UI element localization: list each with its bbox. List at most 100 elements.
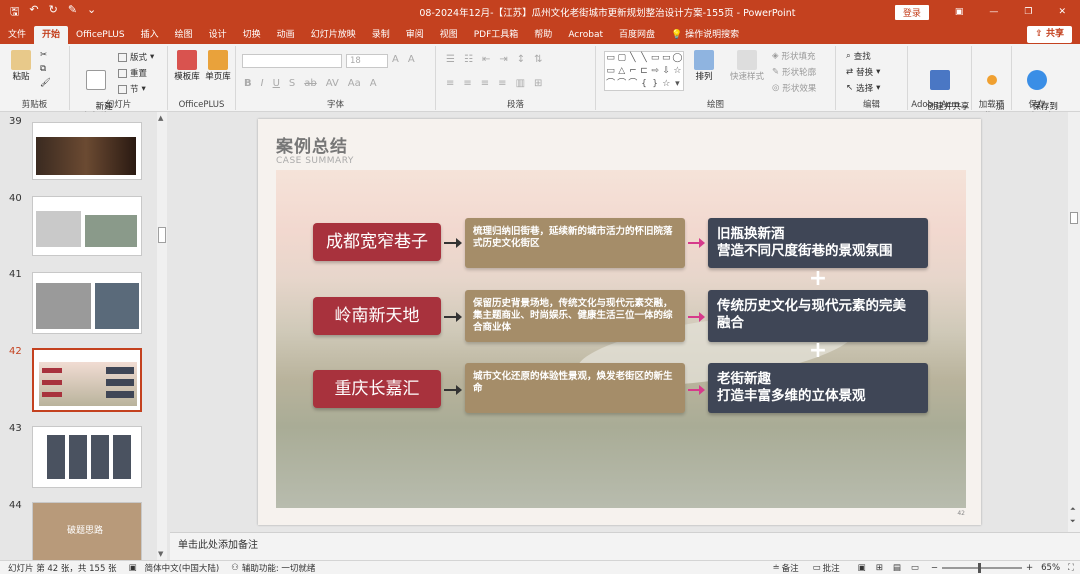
slide-thumbnail-39[interactable] — [32, 122, 142, 180]
section-button[interactable]: 节 ▾ — [118, 83, 146, 95]
arrange-button[interactable]: 排列 — [688, 50, 720, 82]
align-center-icon[interactable]: ≡ — [463, 78, 471, 89]
select-button[interactable]: ↖ 选择 ▾ — [846, 82, 880, 94]
decrease-indent-icon[interactable]: ⇤ — [482, 54, 490, 65]
tab-design[interactable]: 设计 — [201, 26, 235, 44]
zoom-slider-thumb[interactable] — [978, 562, 982, 573]
align-right-icon[interactable]: ≡ — [481, 78, 489, 89]
shape-fill-button[interactable]: ◈ 形状填充 — [772, 50, 816, 62]
desc-box-chengdu[interactable]: 梳理归纳旧街巷，延续新的城市活力的怀旧院落式历史文化街区 — [465, 218, 685, 268]
scroll-down-icon[interactable]: ▼ — [158, 550, 163, 558]
tab-officeplus[interactable]: OfficePLUS — [68, 26, 133, 44]
tab-home[interactable]: 开始 — [34, 26, 69, 44]
notes-toggle-button[interactable]: 备注 — [782, 562, 799, 574]
slide-sorter-icon[interactable]: ⊞ — [876, 563, 883, 573]
font-size-field[interactable]: 18 — [346, 54, 388, 68]
font-color-icon[interactable]: A — [370, 78, 377, 89]
bullets-icon[interactable]: ☰ — [446, 54, 455, 65]
slide-thumbnail-43[interactable] — [32, 426, 142, 488]
template-library-button[interactable]: 模板库 — [172, 50, 202, 82]
cut-icon[interactable]: ✂ — [40, 50, 47, 60]
slide-subtitle[interactable]: CASE SUMMARY — [276, 156, 354, 166]
share-button[interactable]: ⇪ 共享 — [1027, 26, 1072, 43]
quick-access-dropdown-icon[interactable]: ⌄ — [87, 3, 96, 22]
next-slide-icon[interactable]: ⏷ — [1070, 517, 1076, 526]
copy-icon[interactable]: ⧉ — [40, 64, 46, 74]
bold-icon[interactable]: B — [244, 78, 252, 89]
quick-styles-button[interactable]: 快速样式 — [726, 50, 768, 82]
prev-slide-icon[interactable]: ⏶ — [1070, 505, 1076, 514]
italic-icon[interactable]: I — [261, 78, 264, 89]
format-painter-icon[interactable]: ✎ — [68, 3, 77, 22]
scrollbar-thumb[interactable] — [1070, 212, 1078, 224]
restore-icon[interactable]: ❐ — [1024, 7, 1032, 17]
normal-view-icon[interactable]: ▣ — [858, 563, 866, 573]
strikethrough-icon[interactable]: ab — [304, 78, 316, 89]
tab-baidu-netdisk[interactable]: 百度网盘 — [611, 26, 663, 44]
aerial-city-photo[interactable]: 成都宽窄巷子 梳理归纳旧街巷，延续新的城市活力的怀旧院落式历史文化街区 旧瓶换新… — [276, 170, 966, 508]
slide-thumbnail-42[interactable] — [32, 348, 142, 412]
close-icon[interactable]: ✕ — [1058, 7, 1066, 17]
slide-thumbnail-41[interactable] — [32, 272, 142, 334]
increase-font-icon[interactable]: A — [392, 54, 399, 65]
tab-review[interactable]: 审阅 — [398, 26, 432, 44]
comments-button[interactable]: 批注 — [823, 562, 840, 574]
shapes-gallery[interactable]: ▭ ▢ ╲ ╲ ▭ ▭ ◯ ▭ △ ⌐ ⊏ ⇨ ⇩ ☆ ⌒ ⌒ ⌒{} ☆ ▾ — [604, 51, 684, 91]
shape-outline-button[interactable]: ✎ 形状轮廓 — [772, 66, 816, 78]
align-left-icon[interactable]: ≡ — [446, 78, 454, 89]
columns-icon[interactable]: ▥ — [516, 78, 525, 89]
tab-file[interactable]: 文件 — [0, 26, 34, 44]
desc-box-chongqing[interactable]: 城市文化还原的体验性景观，焕发老街区的新生命 — [465, 363, 685, 413]
scroll-up-icon[interactable]: ▲ — [158, 114, 163, 122]
language-indicator[interactable]: 简体中文(中国大陆) — [145, 562, 220, 574]
tab-animations[interactable]: 动画 — [269, 26, 303, 44]
underline-icon[interactable]: U — [273, 78, 280, 89]
minimize-icon[interactable]: — — [989, 7, 998, 17]
shape-effects-button[interactable]: ◎ 形状效果 — [772, 82, 816, 94]
slide-thumbnail-40[interactable] — [32, 196, 142, 256]
slideshow-icon[interactable]: ▭ — [911, 563, 919, 573]
tab-pdf-tools[interactable]: PDF工具箱 — [466, 26, 527, 44]
zoom-slider[interactable] — [942, 562, 1023, 573]
accessibility-status[interactable]: 辅助功能: 一切就绪 — [242, 562, 316, 574]
login-button[interactable]: 登录 — [894, 4, 929, 20]
replace-button[interactable]: ⇄ 替换 ▾ — [846, 66, 880, 78]
decrease-font-icon[interactable]: A — [408, 54, 415, 65]
tab-help[interactable]: 帮助 — [526, 26, 560, 44]
zoom-out-icon[interactable]: − — [931, 563, 938, 573]
thumbnails-scrollbar[interactable]: ▲ ▼ — [157, 112, 167, 560]
slide-title[interactable]: 案例总结 — [276, 132, 348, 157]
find-button[interactable]: ⌕ 查找 — [846, 50, 871, 62]
desc-box-lingnan[interactable]: 保留历史背景场地，传统文化与现代元素交融，集主题商业、时尚娱乐、健康生活三位一体… — [465, 290, 685, 342]
editor-scrollbar[interactable]: ⏶ ⏷ — [1068, 112, 1080, 532]
result-box-lingnan[interactable]: 传统历史文化与现代元素的完美融合 — [708, 290, 928, 342]
format-painter-button[interactable]: 🖌 — [40, 78, 51, 88]
change-case-icon[interactable]: Aa — [348, 78, 361, 89]
reset-button[interactable]: 重置 — [118, 67, 147, 79]
notes-pane[interactable]: 单击此处添加备注 — [170, 532, 1080, 560]
zoom-level[interactable]: 65% — [1041, 563, 1060, 573]
redo-icon[interactable]: ↻ — [49, 3, 58, 22]
save-icon[interactable]: 🖫 — [10, 3, 19, 22]
scrollbar-thumb[interactable] — [158, 227, 166, 243]
numbering-icon[interactable]: ☷ — [464, 54, 473, 65]
line-spacing-icon[interactable]: ↕ — [517, 54, 525, 65]
ribbon-display-icon[interactable]: ▣ — [955, 7, 964, 17]
reading-view-icon[interactable]: ▤ — [893, 563, 901, 573]
single-page-library-button[interactable]: 单页库 — [203, 50, 233, 82]
paste-button[interactable]: 粘贴 — [8, 50, 34, 82]
tab-record[interactable]: 录制 — [364, 26, 398, 44]
zoom-in-icon[interactable]: + — [1026, 563, 1033, 573]
city-box-chongqing[interactable]: 重庆长嘉汇 — [313, 370, 441, 408]
result-box-chongqing[interactable]: 老街新趣 打造丰富多维的立体景观 — [708, 363, 928, 413]
smartart-icon[interactable]: ⊞ — [534, 78, 542, 89]
increase-indent-icon[interactable]: ⇥ — [499, 54, 507, 65]
undo-icon[interactable]: ↶ — [29, 3, 38, 22]
text-direction-icon[interactable]: ⇅ — [534, 54, 542, 65]
tab-insert[interactable]: 插入 — [133, 26, 167, 44]
tab-view[interactable]: 视图 — [432, 26, 466, 44]
justify-icon[interactable]: ≡ — [498, 78, 506, 89]
font-name-field[interactable] — [242, 54, 342, 68]
tab-slideshow[interactable]: 幻灯片放映 — [303, 26, 364, 44]
spellcheck-icon[interactable]: ▣ — [129, 563, 137, 573]
